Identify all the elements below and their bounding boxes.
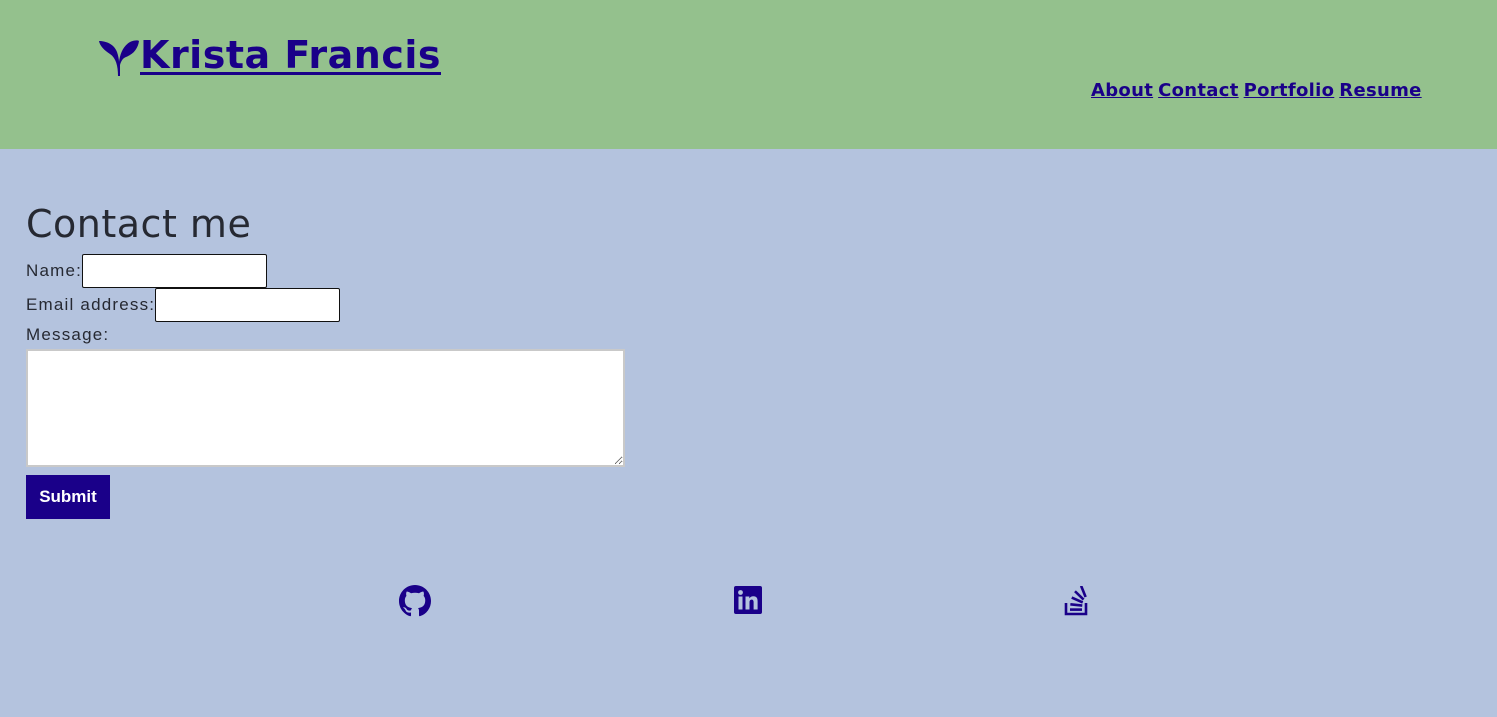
brand-name: Krista Francis	[140, 33, 441, 77]
brand-link[interactable]: Krista Francis	[98, 32, 441, 78]
sprout-icon	[99, 40, 139, 76]
email-label: Email address:	[26, 295, 156, 314]
contact-form: Name: Email address: Message: Submit	[26, 254, 625, 519]
site-header: Krista Francis About Contact Portfolio R…	[0, 0, 1497, 149]
message-textarea[interactable]	[26, 349, 625, 467]
main-nav: About Contact Portfolio Resume	[1091, 80, 1422, 101]
github-link[interactable]	[399, 585, 431, 617]
name-field[interactable]	[82, 254, 268, 288]
page-title: Contact me	[26, 202, 252, 246]
submit-button[interactable]: Submit	[26, 475, 110, 519]
email-field[interactable]	[155, 288, 341, 322]
nav-contact[interactable]: Contact	[1158, 80, 1239, 101]
stackoverflow-icon	[1064, 586, 1088, 616]
nav-portfolio[interactable]: Portfolio	[1244, 80, 1335, 101]
nav-about[interactable]: About	[1091, 80, 1153, 101]
linkedin-link[interactable]	[734, 586, 762, 614]
social-links	[0, 585, 1497, 619]
nav-resume[interactable]: Resume	[1339, 80, 1421, 101]
github-icon	[399, 585, 431, 617]
stackoverflow-link[interactable]	[1064, 586, 1090, 616]
message-label: Message:	[26, 325, 110, 344]
linkedin-icon	[734, 586, 762, 614]
contact-section: Contact me Name: Email address: Message:…	[26, 200, 625, 519]
name-label: Name:	[26, 261, 83, 280]
